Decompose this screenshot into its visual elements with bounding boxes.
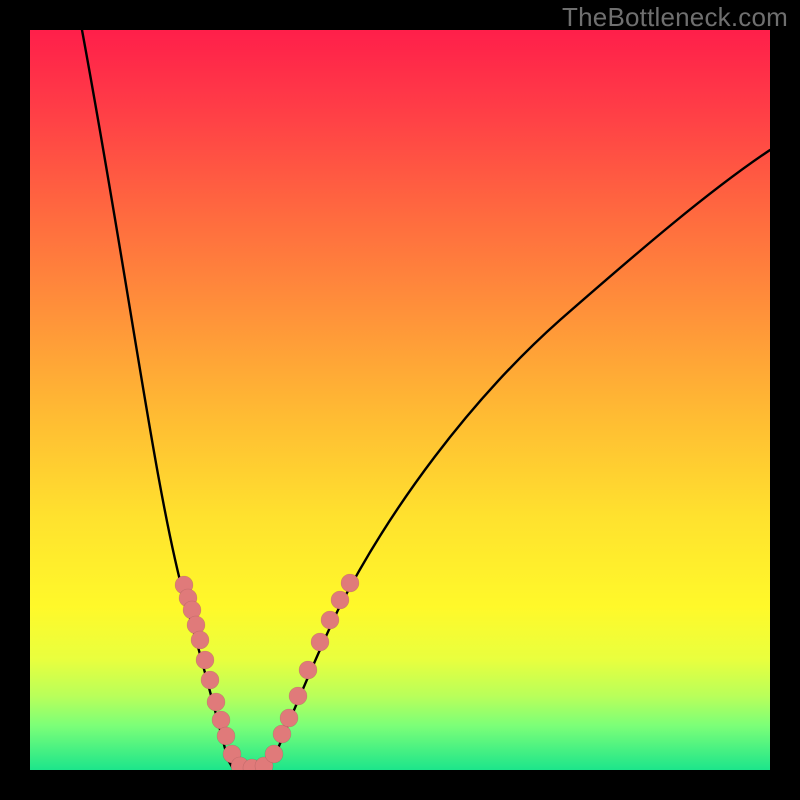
plot-area (30, 30, 770, 770)
sample-dot (311, 633, 329, 651)
sample-dot (331, 591, 349, 609)
sample-dot (212, 711, 230, 729)
sample-dot (217, 727, 235, 745)
watermark-text: TheBottleneck.com (562, 2, 788, 33)
chart-frame: TheBottleneck.com (0, 0, 800, 800)
sample-dot (289, 687, 307, 705)
sample-dot (191, 631, 209, 649)
sample-dot (201, 671, 219, 689)
sample-dot (196, 651, 214, 669)
sample-dot (280, 709, 298, 727)
sample-dot (299, 661, 317, 679)
curve-layer (30, 30, 770, 770)
bottleneck-curve-right (266, 150, 770, 770)
sample-dot (265, 745, 283, 763)
sample-dots-group (175, 574, 359, 770)
sample-dot (273, 725, 291, 743)
sample-dot (341, 574, 359, 592)
sample-dot (321, 611, 339, 629)
sample-dot (207, 693, 225, 711)
